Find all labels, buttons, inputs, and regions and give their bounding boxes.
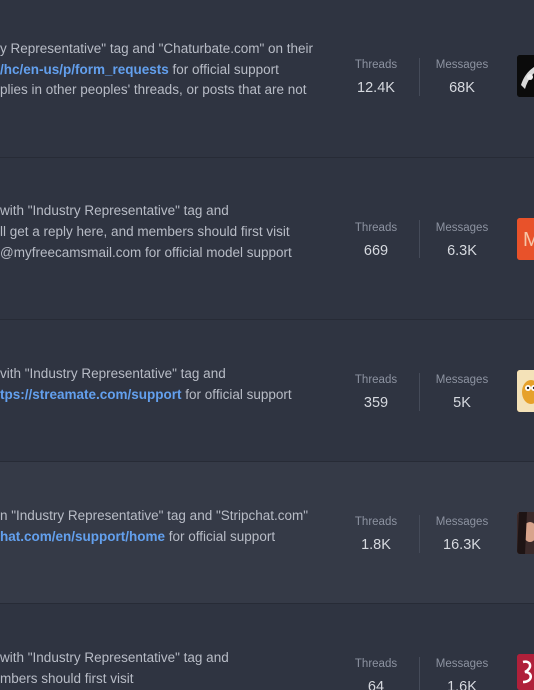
description-text: with "Industry Representative" tag and — [0, 650, 229, 665]
user-avatar-icon[interactable] — [517, 512, 534, 554]
messages-stat: Messages 1.6K — [426, 657, 498, 690]
threads-count: 669 — [363, 243, 389, 259]
description-text: vith "Industry Representative" tag and — [0, 366, 226, 381]
threads-label: Threads — [354, 59, 398, 71]
stat-divider — [419, 657, 420, 690]
messages-count: 68K — [449, 80, 475, 96]
messages-stat: Messages 6.3K — [426, 221, 498, 261]
threads-stat: Threads 64 — [344, 657, 408, 690]
description-text: n "Industry Representative" tag and "Str… — [0, 508, 309, 523]
threads-label: Threads — [354, 516, 398, 528]
forum-description-line: tps://streamate.com/support for official… — [0, 385, 292, 405]
stat-divider — [419, 515, 420, 553]
messages-label: Messages — [435, 374, 489, 386]
threads-count: 64 — [367, 679, 385, 690]
messages-count: 6.3K — [447, 243, 477, 259]
support-link[interactable]: /hc/en-us/p/form_requests — [0, 62, 169, 77]
support-link[interactable]: hat.com/en/support/home — [0, 529, 165, 544]
threads-stat: Threads 669 — [344, 221, 408, 261]
forum-description-line: @myfreecamsmail.com for official model s… — [0, 243, 292, 263]
threads-label: Threads — [354, 374, 398, 386]
messages-stat: Messages 5K — [426, 373, 498, 413]
stat-divider — [419, 58, 420, 96]
user-avatar-icon[interactable] — [517, 55, 534, 97]
forum-row[interactable]: n "Industry Representative" tag and "Str… — [0, 462, 534, 604]
description-text: y Representative" tag and "Chaturbate.co… — [0, 41, 314, 56]
user-avatar-icon[interactable] — [517, 654, 534, 690]
stat-divider — [419, 373, 420, 411]
messages-label: Messages — [435, 222, 489, 234]
forum-description-line: with "Industry Representative" tag and — [0, 201, 229, 221]
threads-count: 12.4K — [357, 80, 395, 96]
description-text: @myfreecamsmail.com for official model s… — [0, 245, 292, 260]
threads-stat: Threads 12.4K — [344, 58, 408, 98]
forum-description-line: mbers should first visit — [0, 669, 134, 689]
user-avatar-icon[interactable] — [517, 370, 534, 412]
user-avatar-icon[interactable]: M — [517, 218, 534, 260]
messages-label: Messages — [435, 658, 489, 670]
forum-description-line: plies in other peoples' threads, or post… — [0, 80, 307, 100]
threads-count: 359 — [363, 395, 389, 411]
forum-description-line: with "Industry Representative" tag and — [0, 648, 229, 668]
forum-row[interactable]: y Representative" tag and "Chaturbate.co… — [0, 0, 534, 158]
stat-divider — [419, 220, 420, 258]
forum-description-line: n "Industry Representative" tag and "Str… — [0, 506, 308, 526]
messages-label: Messages — [435, 59, 489, 71]
forum-list: y Representative" tag and "Chaturbate.co… — [0, 0, 534, 690]
threads-label: Threads — [354, 658, 398, 670]
messages-count: 1.6K — [447, 679, 477, 690]
messages-label: Messages — [435, 516, 489, 528]
threads-label: Threads — [354, 222, 398, 234]
messages-count: 16.3K — [443, 537, 481, 553]
description-text: plies in other peoples' threads, or post… — [0, 82, 307, 97]
svg-text:M: M — [523, 229, 534, 251]
messages-stat: Messages 16.3K — [426, 515, 498, 555]
support-link[interactable]: tps://streamate.com/support — [0, 387, 182, 402]
threads-stat: Threads 359 — [344, 373, 408, 413]
forum-row[interactable]: vith "Industry Representative" tag and t… — [0, 320, 534, 462]
forum-row[interactable]: with "Industry Representative" tag and m… — [0, 604, 534, 690]
description-text: ll get a reply here, and members should … — [0, 224, 290, 239]
forum-description-line: y Representative" tag and "Chaturbate.co… — [0, 39, 313, 59]
description-text: mbers should first visit — [0, 671, 134, 686]
messages-stat: Messages 68K — [426, 58, 498, 98]
description-text: for official support — [165, 529, 276, 544]
messages-count: 5K — [453, 395, 471, 411]
forum-description-line: vith "Industry Representative" tag and — [0, 364, 226, 384]
forum-row[interactable]: with "Industry Representative" tag and l… — [0, 158, 534, 320]
threads-count: 1.8K — [361, 537, 391, 553]
forum-description-line: ll get a reply here, and members should … — [0, 222, 290, 242]
forum-description-line: /hc/en-us/p/form_requests for official s… — [0, 60, 279, 80]
forum-description-line: hat.com/en/support/home for official sup… — [0, 527, 275, 547]
threads-stat: Threads 1.8K — [344, 515, 408, 555]
description-text: with "Industry Representative" tag and — [0, 203, 229, 218]
description-text: for official support — [168, 62, 279, 77]
description-text: for official support — [181, 387, 292, 402]
